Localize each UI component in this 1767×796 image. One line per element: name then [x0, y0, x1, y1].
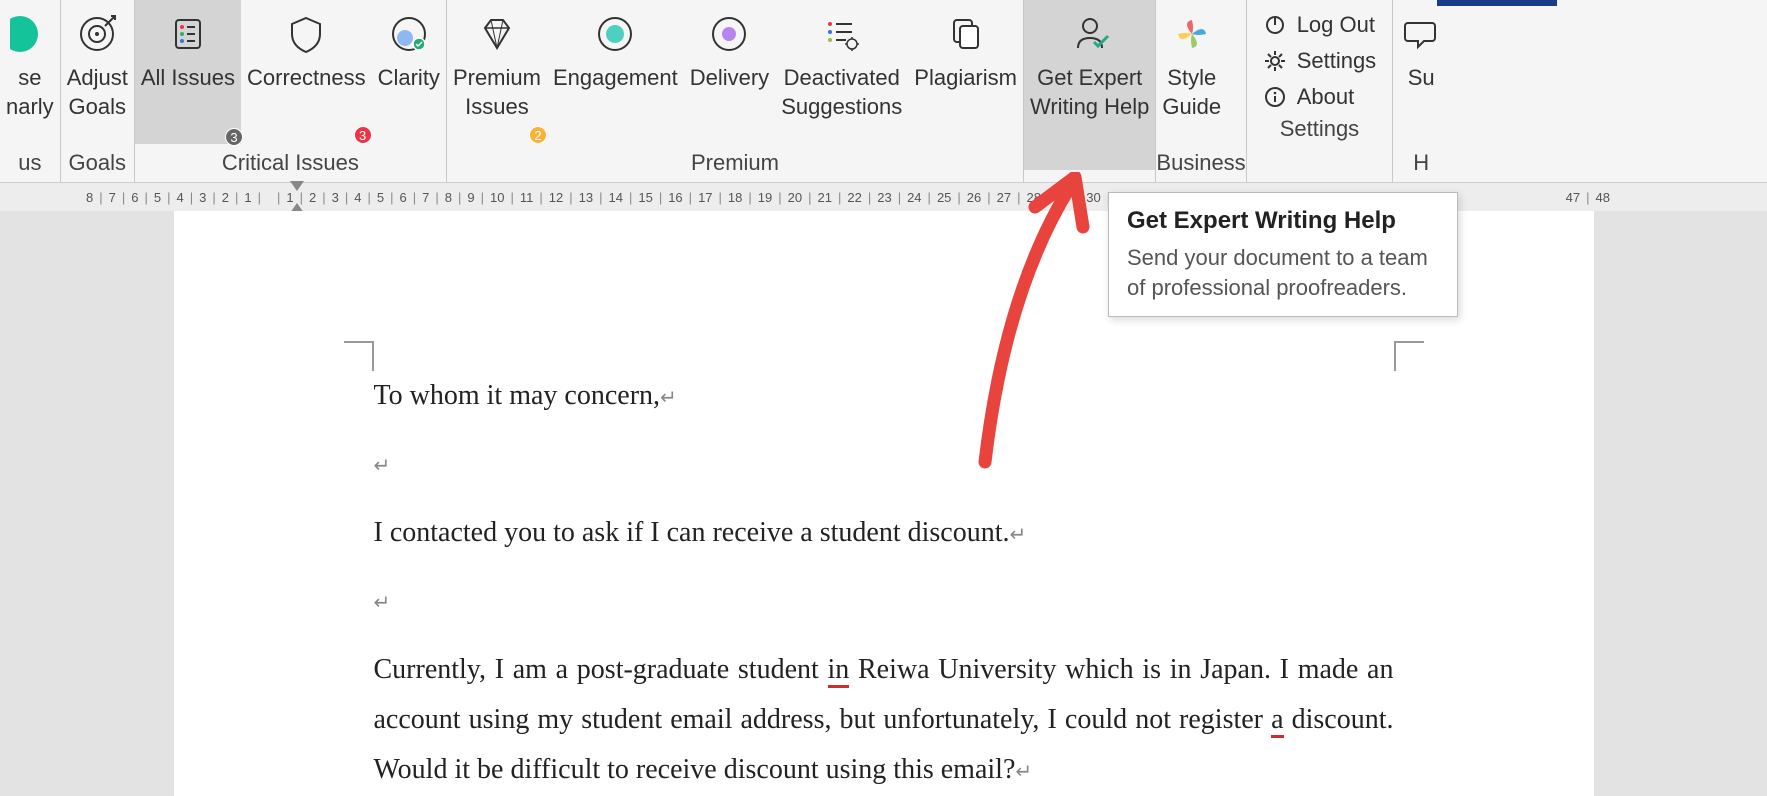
copy-icon: [944, 12, 988, 56]
all-issues-button[interactable]: 3 All Issues: [135, 0, 241, 144]
margin-corner-tr: [1394, 341, 1424, 371]
return-mark: ↵: [1015, 761, 1032, 783]
about-button[interactable]: About: [1263, 84, 1377, 110]
pinwheel-icon: [1170, 12, 1214, 56]
indent-marker-top[interactable]: [290, 181, 304, 191]
group-label: Settings: [1247, 110, 1393, 148]
plagiarism-button[interactable]: Plagiarism: [908, 0, 1023, 144]
return-mark: ↵: [1010, 524, 1027, 546]
document-body[interactable]: To whom it may concern,↵ ↵ I contacted y…: [374, 371, 1394, 796]
support-button[interactable]: Su: [1393, 0, 1449, 144]
grammar-error[interactable]: a: [1271, 704, 1283, 738]
para-intro: I contacted you to ask if I can receive …: [374, 517, 1010, 548]
person-check-icon: [1068, 12, 1112, 56]
ribbon-group-expert: Get Expert Writing Help: [1024, 0, 1156, 182]
delivery-button[interactable]: Delivery: [684, 0, 775, 144]
clarity-icon: [387, 12, 431, 56]
speech-icon: [1399, 12, 1443, 56]
margin-corner-tl: [344, 341, 374, 371]
target-icon: [75, 12, 119, 56]
logout-button[interactable]: Log Out: [1263, 12, 1377, 38]
horizontal-ruler[interactable]: 8|7|6|5|4|3|2|1||1|2|3|4|5|6|7|8|9|10|11…: [0, 183, 1767, 211]
return-mark: ↵: [660, 387, 677, 409]
ribbon-group-right-cut: Su H: [1393, 0, 1449, 182]
clarity-button[interactable]: Clarity: [372, 0, 446, 144]
document-area: To whom it may concern,↵ ↵ I contacted y…: [0, 211, 1767, 796]
adjust-goals-button[interactable]: Adjust Goals: [61, 0, 134, 144]
ribbon-group-goals: Adjust Goals Goals: [61, 0, 135, 182]
correctness-badge: 3: [354, 126, 372, 144]
ribbon-group-business: Style Guide Business: [1156, 0, 1246, 182]
group-label: [1024, 170, 1155, 182]
ribbon-group-critical: 3 All Issues 3 Correctness Clarity Criti…: [135, 0, 447, 182]
expert-writing-help-button[interactable]: Get Expert Writing Help: [1024, 0, 1155, 170]
engagement-button[interactable]: Engagement: [547, 0, 684, 144]
group-label: Business: [1156, 144, 1245, 182]
ribbon-toolbar: se narly us Adjust Goals Goals 3 All Iss…: [0, 0, 1767, 183]
power-icon: [1263, 13, 1287, 37]
info-icon: [1263, 85, 1287, 109]
ribbon-group-settings: Log Out Settings About Settings: [1247, 0, 1394, 182]
return-mark: ↵: [374, 592, 391, 614]
tooltip-body: Send your document to a team of professi…: [1127, 243, 1439, 302]
correctness-button[interactable]: 3 Correctness: [241, 0, 372, 144]
grammar-error[interactable]: in: [828, 654, 850, 688]
expert-help-tooltip: Get Expert Writing Help Send your docume…: [1108, 192, 1458, 317]
list-gear-icon: [820, 12, 864, 56]
circle-icon: [8, 12, 52, 56]
delivery-icon: [707, 12, 751, 56]
style-guide-button[interactable]: Style Guide: [1156, 0, 1227, 144]
group-label: Premium: [447, 144, 1023, 182]
para-greeting: To whom it may concern,: [374, 380, 661, 411]
return-mark: ↵: [374, 455, 391, 477]
gear-icon: [1263, 49, 1287, 73]
ribbon-group-close: se narly us: [0, 0, 61, 182]
group-label: Critical Issues: [135, 144, 446, 182]
premium-issues-button[interactable]: 2 Premium Issues: [447, 0, 547, 144]
shield-icon: 3: [284, 12, 328, 56]
list-icon: 3: [166, 12, 210, 56]
engagement-icon: [593, 12, 637, 56]
settings-button[interactable]: Settings: [1263, 48, 1377, 74]
diamond-icon: 2: [475, 12, 519, 56]
title-bar-accent: [1437, 0, 1557, 6]
group-label: Goals: [61, 144, 134, 182]
deactivated-button[interactable]: Deactivated Suggestions: [775, 0, 908, 144]
premium-badge: 2: [529, 126, 547, 144]
close-grammarly-button[interactable]: se narly: [0, 0, 60, 144]
tooltip-title: Get Expert Writing Help: [1127, 207, 1439, 235]
ribbon-group-premium: 2 Premium Issues Engagement Delivery: [447, 0, 1024, 182]
group-label: H: [1393, 144, 1449, 182]
group-label: us: [0, 144, 60, 182]
